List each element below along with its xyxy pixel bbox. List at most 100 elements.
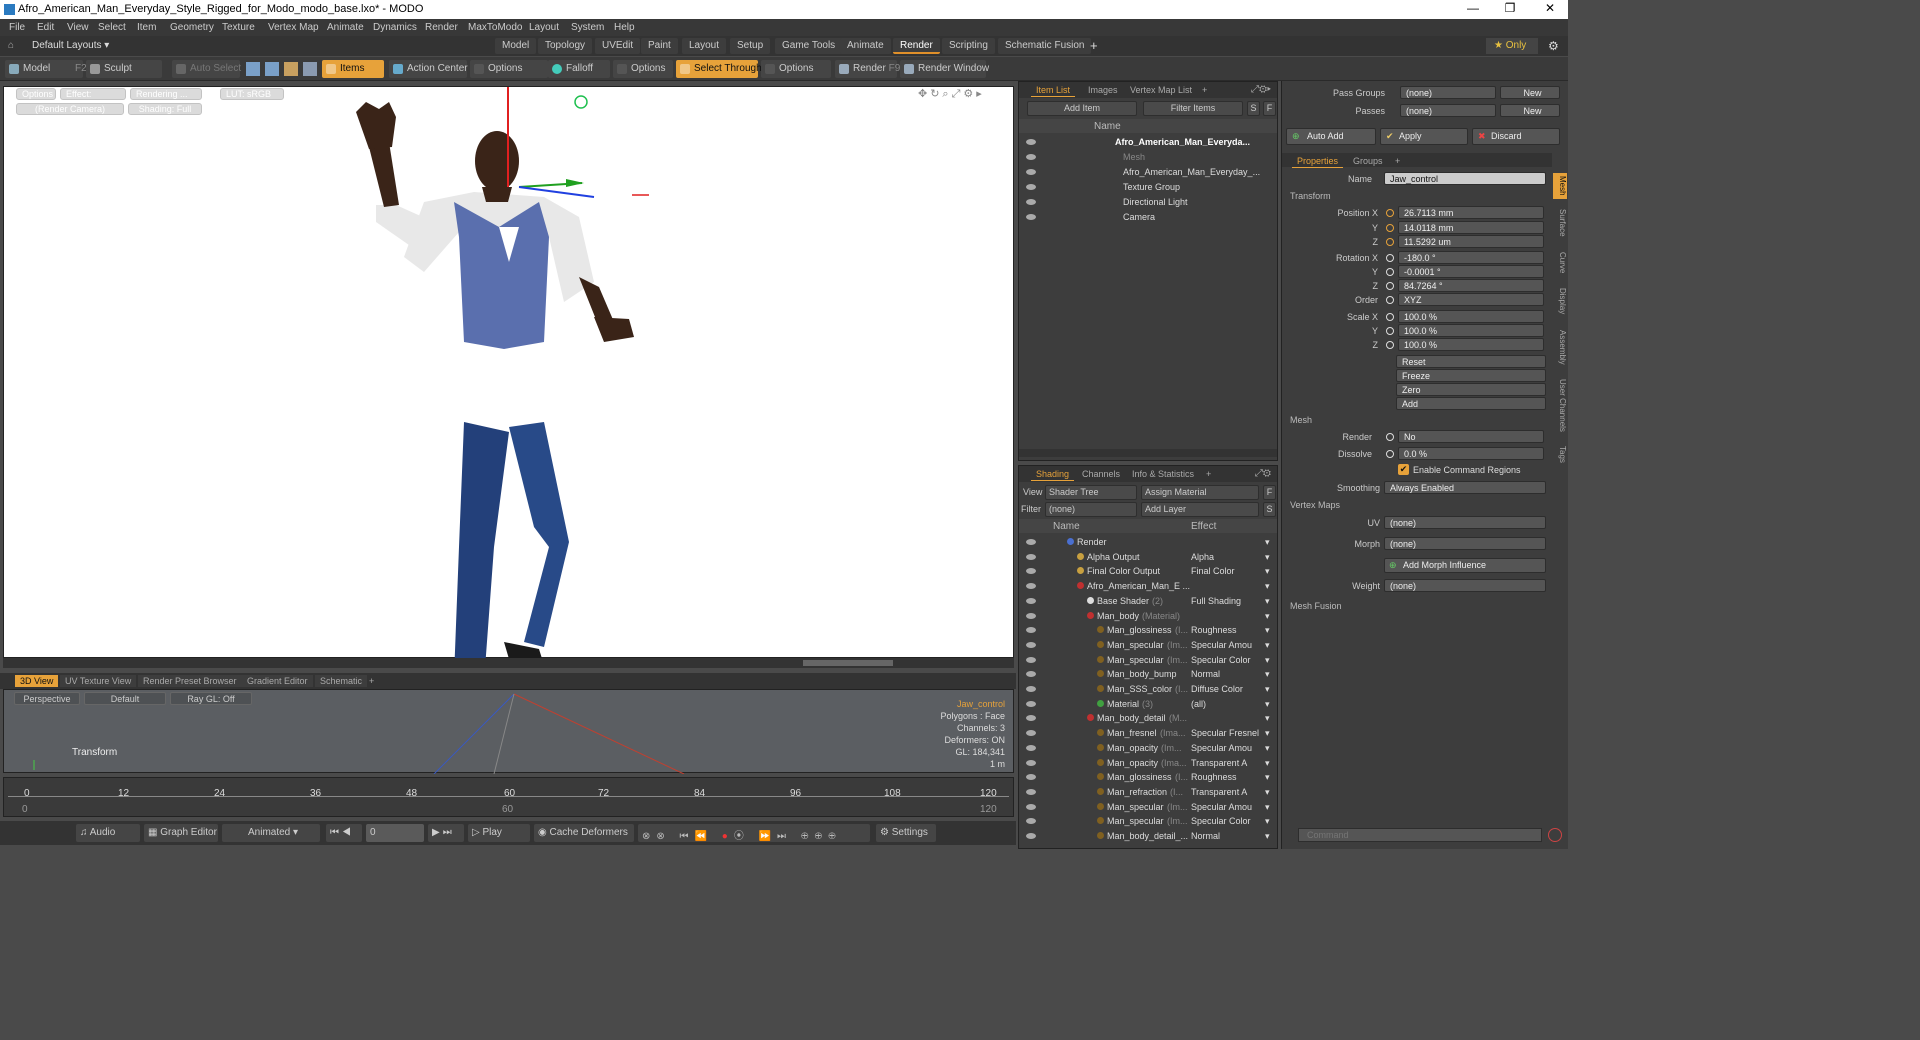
mesh-section[interactable]: Mesh — [1290, 415, 1312, 425]
tab-uv-texture-view[interactable]: UV Texture View — [60, 675, 137, 687]
visibility-eye-icon[interactable] — [1026, 818, 1036, 825]
shader-tree-row[interactable]: Material (3) (all) ▾ — [1019, 697, 1277, 711]
dissolve-field[interactable]: 0.0 % — [1398, 447, 1544, 460]
tab-vertex-map-list[interactable]: Vertex Map List — [1125, 84, 1197, 96]
tab-game-tools[interactable]: Game Tools — [775, 38, 843, 54]
menu-file[interactable]: File — [9, 22, 25, 33]
command-input[interactable] — [1298, 828, 1542, 842]
item-list-row[interactable]: Afro_American_Man_Everyda... — [1019, 135, 1277, 149]
scale-y-anim-icon[interactable] — [1386, 327, 1394, 335]
render-window-button[interactable]: Render Window — [900, 60, 989, 78]
order-anim-icon[interactable] — [1386, 296, 1394, 304]
rotation-y-anim-icon[interactable] — [1386, 268, 1394, 276]
menu-render[interactable]: Render — [425, 22, 458, 33]
scale-x-field[interactable]: 100.0 % — [1398, 310, 1544, 323]
sculpt-button[interactable]: Sculpt — [86, 60, 162, 78]
tab-3d-view[interactable]: 3D View — [15, 675, 59, 687]
vtab-mesh[interactable]: Mesh — [1553, 173, 1567, 199]
effect-dropdown-arrow-icon[interactable]: ▾ — [1265, 550, 1270, 564]
select-materials-icon[interactable] — [303, 62, 317, 76]
shading-panel-controls-icons[interactable]: ⤢⚙ — [1255, 468, 1271, 479]
vtab-surface[interactable]: Surface — [1553, 206, 1567, 240]
auto-add-button[interactable]: ⊕ Auto Add — [1286, 128, 1376, 145]
gear-icon[interactable]: ⚙ — [1548, 39, 1559, 53]
add-shading-tab-button[interactable]: + — [1201, 468, 1216, 480]
timeline[interactable]: 0 12 24 36 48 60 72 84 96 108 120 0 60 1… — [3, 777, 1014, 817]
rotation-x-anim-icon[interactable] — [1386, 254, 1394, 262]
menu-maxtomodo[interactable]: MaxToModo — [468, 22, 522, 33]
morph-dropdown[interactable]: (none) — [1384, 537, 1546, 550]
effect-dropdown-arrow-icon[interactable]: ▾ — [1265, 697, 1270, 711]
item-list-row[interactable]: Directional Light — [1019, 195, 1277, 209]
visibility-eye-icon[interactable] — [1026, 612, 1036, 619]
shader-tree-row[interactable]: Man_glossiness (I... Roughness ▾ — [1019, 623, 1277, 637]
shader-layer-effect[interactable]: Specular Amou — [1191, 638, 1263, 652]
position-z-field[interactable]: 11.5292 um — [1398, 235, 1544, 248]
shader-layer-effect[interactable]: Specular Amou — [1191, 800, 1263, 814]
effect-dropdown-arrow-icon[interactable]: ▾ — [1265, 814, 1270, 828]
visibility-eye-icon[interactable] — [1026, 686, 1036, 692]
animated-dropdown[interactable]: Animated ▾ — [222, 824, 320, 842]
settings-button[interactable]: ⚙ Settings — [876, 824, 936, 842]
shader-tree-row[interactable]: Man_specular (Im... Specular Color ▾ — [1019, 814, 1277, 828]
effect-dropdown-arrow-icon[interactable]: ▾ — [1265, 800, 1270, 814]
menu-help[interactable]: Help — [614, 22, 635, 33]
effect-dropdown-arrow-icon[interactable]: ▾ — [1265, 682, 1270, 696]
action-center-button[interactable]: Action Center — [389, 60, 468, 78]
falloff-options-button[interactable]: Options — [613, 60, 673, 78]
discard-button[interactable]: ✖ Discard — [1472, 128, 1560, 145]
shader-tree-row[interactable]: Man_refraction (I... Transparent A ▾ — [1019, 785, 1277, 799]
shader-layer-effect[interactable]: Transparent A — [1191, 756, 1263, 770]
s-toggle-button[interactable]: S — [1247, 101, 1260, 116]
select-options-button[interactable]: Options — [761, 60, 831, 78]
minimize-button[interactable]: — — [1458, 1, 1488, 15]
menu-layout[interactable]: Layout — [529, 22, 559, 33]
shader-tree-row[interactable]: Base Shader (2) Full Shading ▾ — [1019, 594, 1277, 608]
freeze-dropdown[interactable]: Freeze — [1396, 369, 1546, 382]
menu-dynamics[interactable]: Dynamics — [373, 22, 417, 33]
shader-tree-row[interactable]: Man_glossiness (I... Roughness ▾ — [1019, 770, 1277, 784]
item-list-row[interactable]: Afro_American_Man_Everyday_... — [1019, 165, 1277, 179]
shader-tree-row[interactable]: Man_fresnel (Ima... Specular Fresnel ▾ — [1019, 726, 1277, 740]
enable-command-regions-checkbox[interactable]: ✔ — [1398, 464, 1409, 475]
tab-animate[interactable]: Animate — [840, 38, 891, 54]
visibility-eye-icon[interactable] — [1026, 199, 1036, 205]
cache-deformers-button[interactable]: ◉ Cache Deformers — [534, 824, 634, 842]
scale-x-anim-icon[interactable] — [1386, 313, 1394, 321]
effect-dropdown-arrow-icon[interactable]: ▾ — [1265, 785, 1270, 799]
tab-info-statistics[interactable]: Info & Statistics — [1127, 468, 1199, 480]
select-polygons-icon[interactable] — [284, 62, 298, 76]
item-list-row[interactable]: Camera — [1019, 210, 1277, 224]
visibility-eye-icon[interactable] — [1026, 803, 1036, 810]
shader-tree-row[interactable]: Man_specular (Im... Specular Color ▾ — [1019, 653, 1277, 667]
shader-layer-effect[interactable]: Roughness — [1191, 770, 1263, 784]
shader-tree-row[interactable]: Render ▾ — [1019, 535, 1277, 549]
effect-dropdown-arrow-icon[interactable]: ▾ — [1265, 564, 1270, 578]
shader-layer-effect[interactable]: Specular Color — [1191, 653, 1263, 667]
new-pass-group-button[interactable]: New — [1500, 86, 1560, 99]
render-button[interactable]: Render F9 — [835, 60, 900, 78]
panel-controls-icons[interactable]: ⤢⚙▸ — [1251, 84, 1271, 95]
auto-select-button[interactable]: Auto Select — [172, 60, 241, 78]
maximize-button[interactable]: ❐ — [1495, 1, 1525, 15]
play-button[interactable]: ▷ Play — [468, 824, 530, 842]
f-toggle-button[interactable]: F — [1263, 101, 1276, 116]
visibility-eye-icon[interactable] — [1026, 671, 1036, 678]
effect-dropdown-arrow-icon[interactable]: ▾ — [1265, 579, 1270, 593]
visibility-eye-icon[interactable] — [1026, 184, 1036, 190]
shader-layer-effect[interactable]: Transparent A — [1191, 785, 1263, 799]
scroll-thumb[interactable] — [803, 660, 893, 666]
visibility-eye-icon[interactable] — [1026, 169, 1036, 175]
effect-dropdown-arrow-icon[interactable]: ▾ — [1265, 829, 1270, 843]
item-name-field[interactable]: Jaw_control — [1384, 172, 1546, 185]
shader-layer-effect[interactable]: Roughness — [1191, 623, 1263, 637]
only-toggle[interactable]: ★ Only — [1486, 38, 1538, 54]
item-list-row[interactable]: Texture Group — [1019, 180, 1277, 194]
tab-layout[interactable]: Layout — [682, 38, 727, 54]
visibility-eye-icon[interactable] — [1026, 583, 1036, 590]
visibility-eye-icon[interactable] — [1026, 833, 1036, 839]
effect-dropdown-arrow-icon[interactable]: ▾ — [1265, 609, 1270, 623]
add-tab-button[interactable]: + — [1090, 38, 1098, 53]
scale-z-field[interactable]: 100.0 % — [1398, 338, 1544, 351]
menu-animate[interactable]: Animate — [327, 22, 364, 33]
